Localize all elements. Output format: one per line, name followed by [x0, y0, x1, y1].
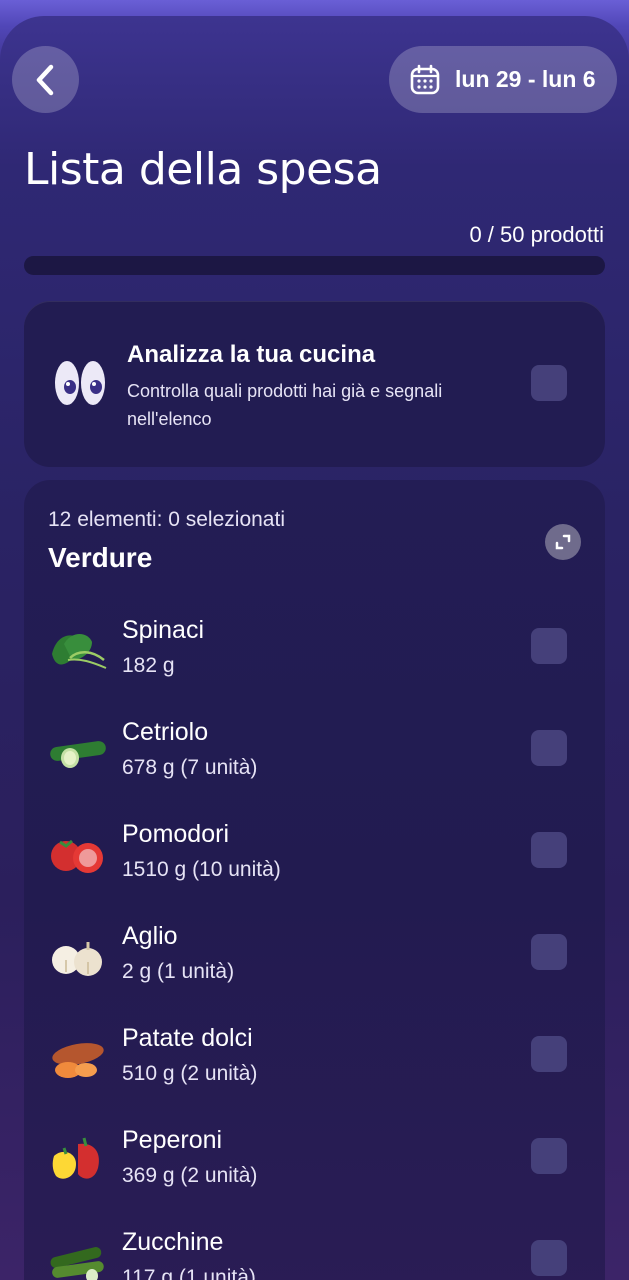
spinach-icon: [52, 634, 107, 669]
list-item[interactable]: Zucchine 117 g (1 unità): [24, 1220, 605, 1280]
item-checkbox[interactable]: [531, 1240, 567, 1276]
item-name: Cetriolo: [122, 718, 209, 746]
list-selection-count: 12 elementi: 0 selezionati: [48, 508, 285, 531]
garlic-icon: [52, 942, 102, 976]
list-item[interactable]: Aglio 2 g (1 unità): [24, 914, 605, 1014]
item-name: Aglio: [122, 922, 178, 950]
list-item[interactable]: Cetriolo 678 g (7 unità): [24, 710, 605, 810]
expand-button[interactable]: [545, 524, 581, 560]
item-checkbox[interactable]: [531, 934, 567, 970]
list-item[interactable]: Pomodori 1510 g (10 unità): [24, 812, 605, 912]
calendar-icon: [410, 64, 440, 94]
item-quantity: 182 g: [122, 654, 175, 677]
expand-icon: [555, 534, 571, 550]
eyes-icon: [55, 361, 105, 405]
analyze-description: Controlla quali prodotti hai già e segna…: [127, 381, 443, 429]
date-range-label: lun 29 - lun 6: [455, 66, 596, 92]
item-name: Peperoni: [122, 1126, 223, 1154]
zucchini-icon: [50, 1247, 104, 1280]
products-counter: 0 / 50 prodotti: [469, 222, 604, 247]
analyze-kitchen-card[interactable]: Analizza la tua cucina Controlla quali p…: [24, 301, 605, 467]
date-range-button[interactable]: lun 29 - lun 6: [389, 46, 617, 113]
cucumber-icon: [50, 741, 106, 768]
item-quantity: 2 g (1 unità): [122, 960, 235, 983]
list-item[interactable]: Spinaci 182 g: [24, 608, 605, 708]
back-button[interactable]: [12, 46, 79, 113]
list-item[interactable]: Peperoni 369 g (2 unità): [24, 1118, 605, 1218]
tomato-icon: [51, 839, 103, 873]
progress-bar: [24, 256, 605, 275]
sweet-potato-icon: [52, 1043, 104, 1078]
item-checkbox[interactable]: [531, 1138, 567, 1174]
app-screen: lun 29 - lun 6 Lista della spesa 0 / 50 …: [0, 16, 629, 1280]
item-name: Pomodori: [122, 820, 229, 848]
item-quantity: 510 g (2 unità): [122, 1062, 258, 1085]
item-name: Patate dolci: [122, 1024, 253, 1052]
analyze-checkbox[interactable]: [531, 365, 567, 401]
item-checkbox[interactable]: [531, 730, 567, 766]
item-quantity: 369 g (2 unità): [122, 1164, 258, 1187]
page-title: Lista della spesa: [24, 144, 382, 195]
chevron-left-icon: [36, 64, 53, 95]
item-name: Zucchine: [122, 1228, 224, 1256]
item-checkbox[interactable]: [531, 832, 567, 868]
category-title: Verdure: [48, 542, 153, 573]
item-checkbox[interactable]: [531, 1036, 567, 1072]
item-quantity: 1510 g (10 unità): [122, 858, 281, 881]
item-name: Spinaci: [122, 616, 204, 644]
item-checkbox[interactable]: [531, 628, 567, 664]
pepper-icon: [52, 1137, 99, 1179]
analyze-title: Analizza la tua cucina: [127, 341, 376, 368]
item-quantity: 117 g (1 unità): [122, 1266, 256, 1280]
list-item[interactable]: Patate dolci 510 g (2 unità): [24, 1016, 605, 1116]
item-quantity: 678 g (7 unità): [122, 756, 258, 779]
shopping-list-card: 12 elementi: 0 selezionati Verdure Spina…: [24, 480, 605, 1280]
